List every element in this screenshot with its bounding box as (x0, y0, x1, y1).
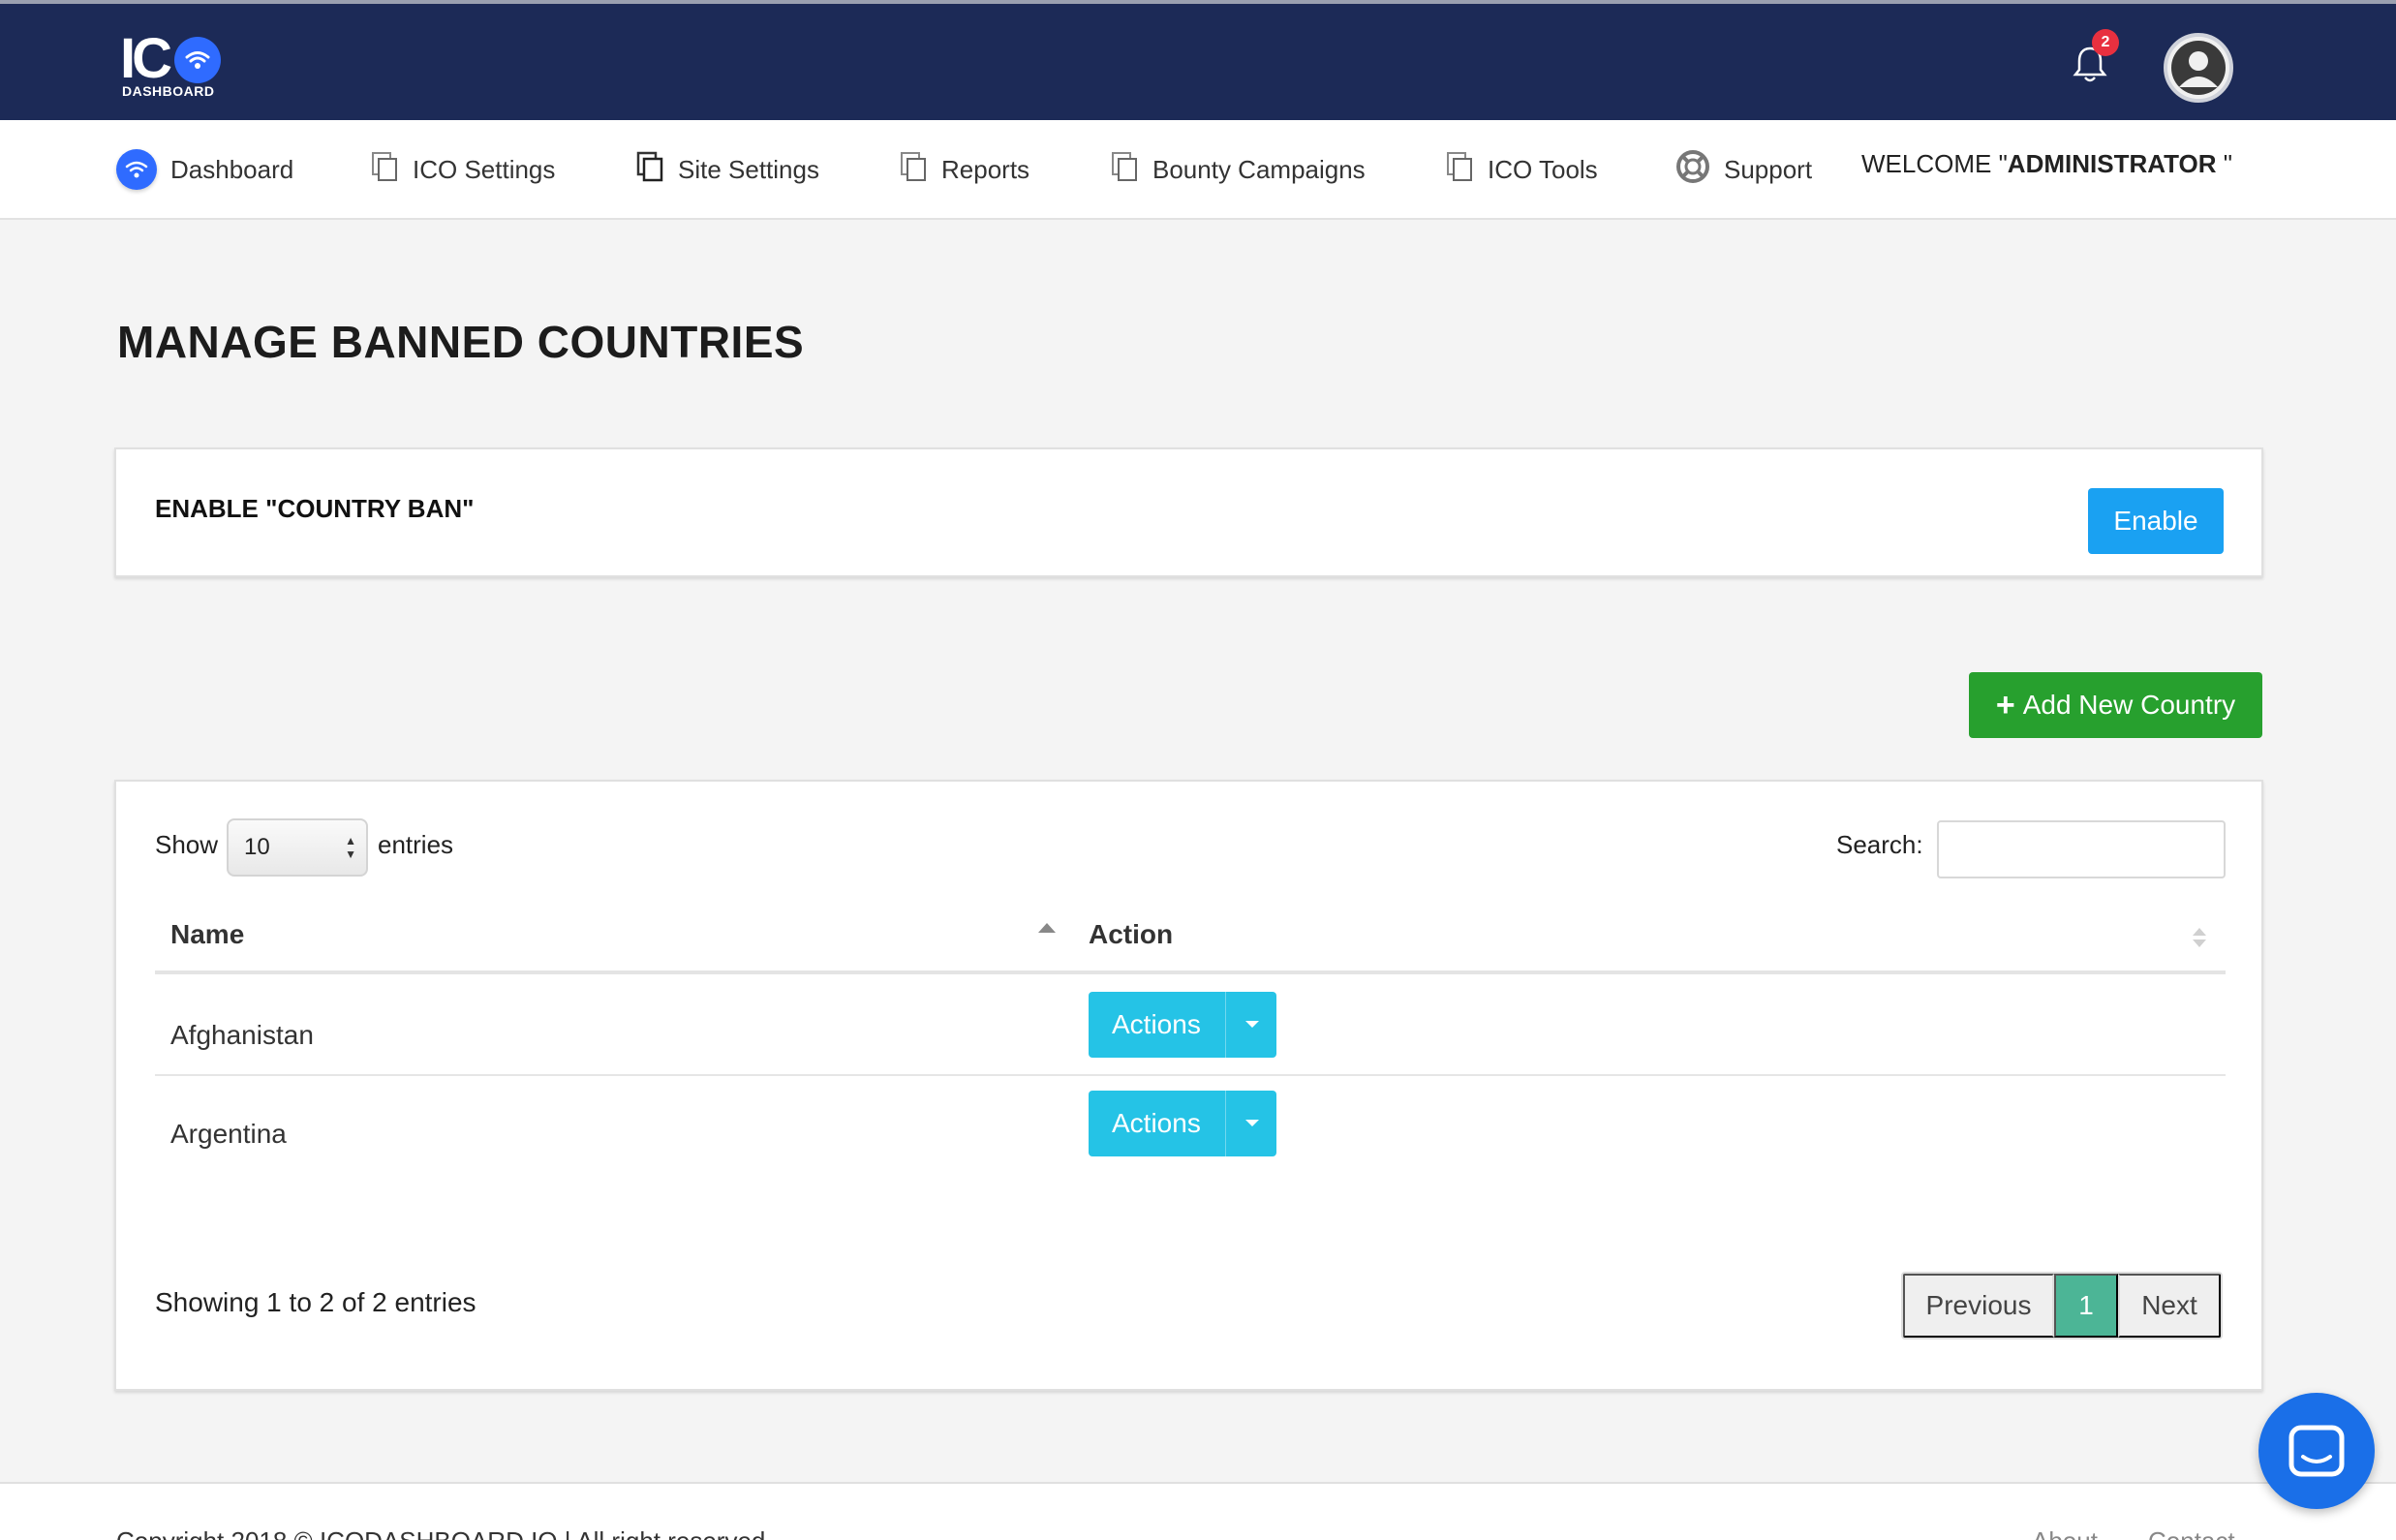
nav-item-reports[interactable]: Reports (899, 145, 1029, 194)
page-footer: Copyright 2018 © ICODASHBOARD.IO | All r… (0, 1482, 2396, 1540)
chat-launcher-button[interactable] (2258, 1393, 2375, 1509)
country-name-cell: Argentina (170, 1119, 287, 1149)
copy-icon (370, 150, 399, 190)
copy-icon (1445, 150, 1474, 190)
logo-text: IC (120, 27, 172, 90)
entries-per-page-select[interactable]: 10 ▲ ▼ (227, 818, 368, 877)
top-header-bar: IC DASHBOARD 2 (0, 0, 2396, 120)
button-separator (1225, 1091, 1226, 1156)
enable-country-ban-button[interactable]: Enable (2088, 488, 2224, 554)
entries-select-value: 10 (244, 834, 270, 860)
footer-link-contact[interactable]: Contact (2148, 1526, 2235, 1540)
add-new-country-label: Add New Country (2022, 690, 2236, 720)
country-ban-card: ENABLE "COUNTRY BAN" Enable (114, 447, 2263, 577)
welcome-prefix: WELCOME " (1861, 149, 2008, 178)
logo-subtitle: DASHBOARD (122, 83, 215, 99)
copy-icon (635, 150, 664, 190)
button-separator (1225, 992, 1226, 1058)
sort-ascending-icon (1038, 923, 1056, 933)
plus-icon: + (1995, 686, 2015, 724)
table-header-divider (155, 970, 2226, 974)
pagination-previous-button[interactable]: Previous (1903, 1274, 2054, 1338)
entries-label: entries (378, 830, 454, 859)
copy-icon (1110, 150, 1139, 190)
caret-down-icon (1245, 1021, 1259, 1028)
pagination-page-1[interactable]: 1 (2054, 1274, 2118, 1338)
copy-icon (899, 150, 928, 190)
nav-label-ico-tools: ICO Tools (1488, 154, 1598, 184)
actions-label: Actions (1112, 1009, 1201, 1039)
column-header-name[interactable]: Name (170, 919, 244, 950)
user-avatar[interactable] (2164, 33, 2233, 103)
welcome-message: WELCOME "ADMINISTRATOR " (1861, 149, 2232, 179)
show-label: Show (155, 830, 219, 859)
logo-wifi-icon (174, 37, 221, 83)
nav-label-bounty-campaigns: Bounty Campaigns (1152, 154, 1366, 184)
table-info-text: Showing 1 to 2 of 2 entries (155, 1287, 476, 1317)
chat-icon (2288, 1425, 2345, 1477)
search-label: Search: (1836, 830, 1923, 859)
notification-count-badge: 2 (2092, 29, 2119, 56)
country-ban-label: ENABLE "COUNTRY BAN" (155, 494, 475, 523)
select-arrows-icon: ▲ ▼ (345, 834, 356, 861)
sort-both-icon (2191, 925, 2208, 955)
nav-item-dashboard[interactable]: Dashboard (116, 145, 293, 194)
banned-countries-table-card: Show 10 ▲ ▼ entries Search: Name Action A… (114, 780, 2263, 1391)
row-divider (155, 1074, 2226, 1076)
nav-item-support[interactable]: Support (1675, 145, 1812, 194)
country-name-cell: Afghanistan (170, 1020, 314, 1050)
welcome-username: ADMINISTRATOR (2007, 149, 2217, 178)
main-nav: Dashboard ICO Settings Site Settings Rep… (0, 120, 2396, 220)
add-new-country-button[interactable]: + Add New Country (1969, 672, 2262, 738)
nav-label-ico-settings: ICO Settings (413, 154, 556, 184)
nav-label-reports: Reports (941, 154, 1030, 184)
nav-item-bounty-campaigns[interactable]: Bounty Campaigns (1110, 145, 1366, 194)
welcome-suffix: " (2216, 149, 2232, 178)
copyright-text: Copyright 2018 © ICODASHBOARD.IO | All r… (116, 1526, 765, 1540)
nav-item-ico-tools[interactable]: ICO Tools (1445, 145, 1598, 194)
pagination-next-button[interactable]: Next (2118, 1274, 2221, 1338)
actions-label: Actions (1112, 1108, 1201, 1138)
page-title: MANAGE BANNED COUNTRIES (117, 317, 805, 367)
search-input[interactable] (1937, 820, 2226, 878)
nav-item-ico-settings[interactable]: ICO Settings (370, 145, 555, 194)
nav-label-site-settings: Site Settings (678, 154, 819, 184)
wifi-circle-icon (116, 149, 157, 190)
actions-dropdown-button[interactable]: Actions (1089, 1091, 1276, 1156)
column-header-action[interactable]: Action (1089, 919, 1173, 950)
nav-label-support: Support (1724, 154, 1813, 184)
footer-link-about[interactable]: About (2032, 1526, 2098, 1540)
caret-down-icon (1245, 1120, 1259, 1126)
nav-label-dashboard: Dashboard (170, 154, 294, 184)
actions-dropdown-button[interactable]: Actions (1089, 992, 1276, 1058)
lifebuoy-icon (1675, 149, 1710, 191)
nav-item-site-settings[interactable]: Site Settings (635, 145, 819, 194)
ico-dashboard-logo[interactable]: IC DASHBOARD (120, 27, 236, 101)
pagination: Previous 1 Next (1901, 1272, 2223, 1340)
